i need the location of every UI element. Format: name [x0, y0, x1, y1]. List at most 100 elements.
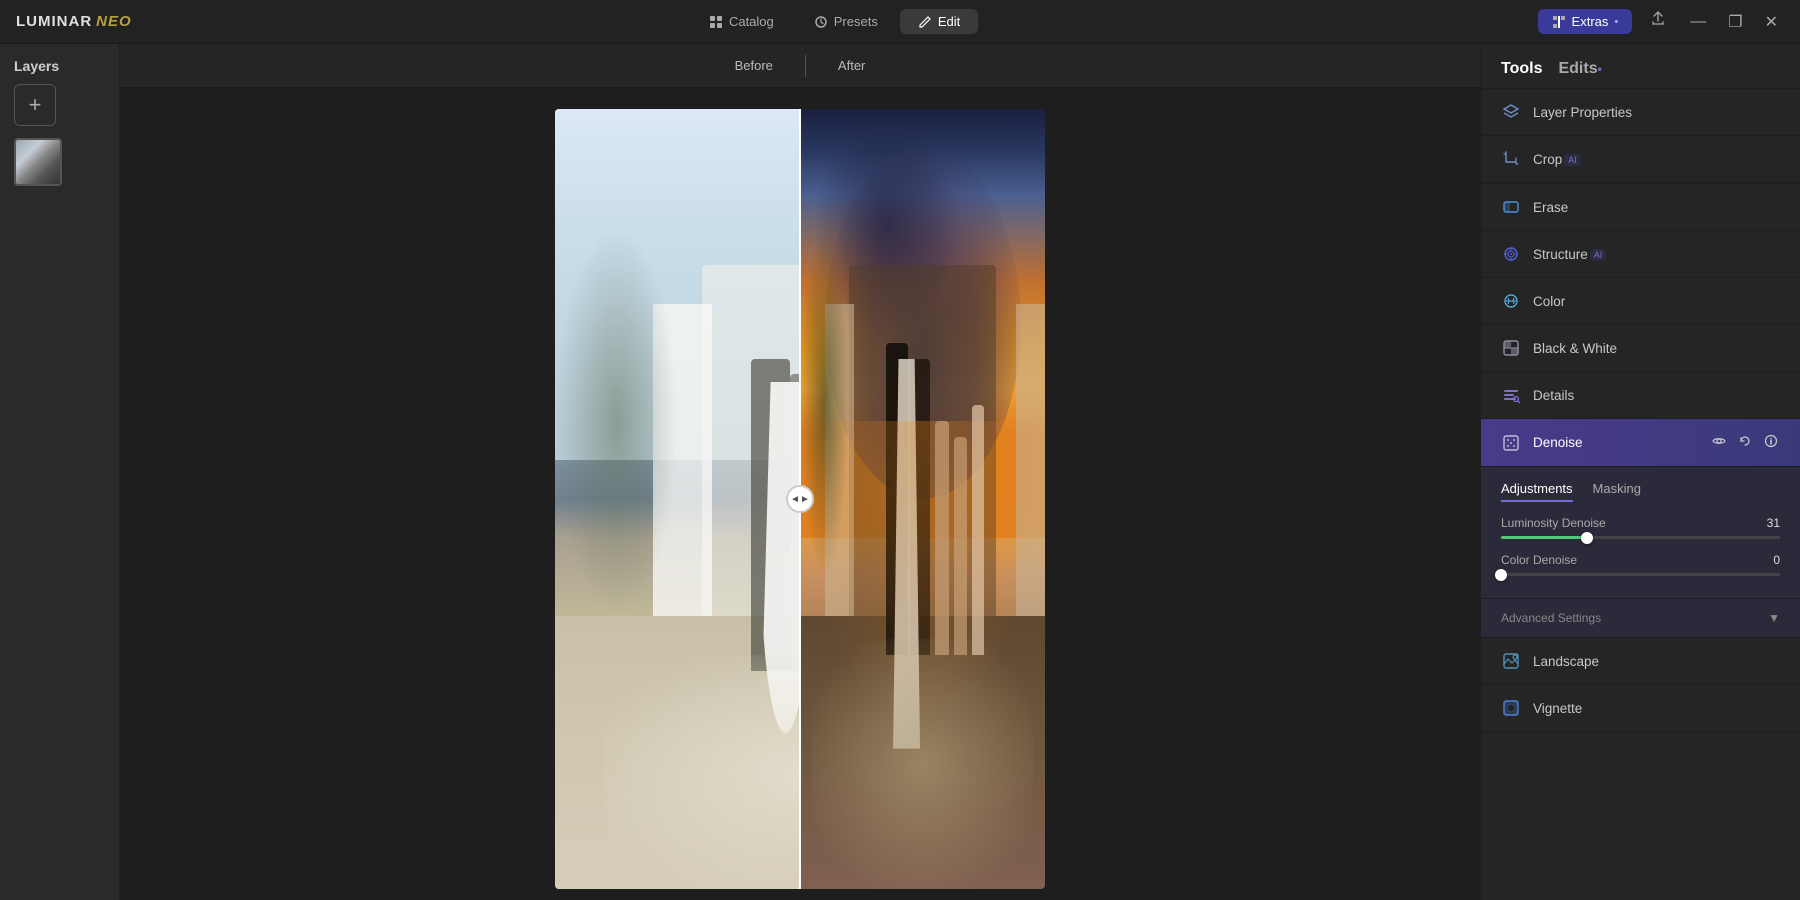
tool-item-black-white[interactable]: Black & White	[1481, 325, 1800, 372]
tab-tools[interactable]: Tools	[1501, 60, 1542, 78]
add-layer-button[interactable]: +	[14, 84, 56, 126]
extras-dot: •	[1614, 16, 1618, 28]
color-denoise-value: 0	[1773, 553, 1780, 567]
color-label: Color	[1533, 294, 1565, 309]
extras-button[interactable]: Extras •	[1538, 9, 1633, 34]
before-scene-bg	[555, 109, 800, 889]
main-layout: Layers + Before After	[0, 44, 1800, 900]
denoise-undo-btn[interactable]	[1736, 432, 1754, 453]
app-logo: LUMINAR NEO	[16, 13, 132, 30]
minimize-button[interactable]: —	[1684, 11, 1712, 33]
close-button[interactable]: ✕	[1759, 10, 1784, 34]
erase-label: Erase	[1533, 200, 1568, 215]
after-scene-bg	[800, 109, 1045, 889]
denoise-visibility-btn[interactable]	[1710, 432, 1728, 453]
after-image	[800, 109, 1045, 889]
tool-item-crop[interactable]: CropAI	[1481, 136, 1800, 183]
presets-icon	[814, 15, 828, 29]
tool-item-erase[interactable]: Erase	[1481, 184, 1800, 231]
titlebar-right: Extras • — ❐ ✕	[1538, 9, 1784, 34]
before-label: Before	[703, 58, 805, 73]
luminosity-value: 31	[1767, 516, 1780, 530]
erase-icon	[1501, 197, 1521, 217]
image-container[interactable]: ◄►	[120, 88, 1480, 900]
denoise-actions	[1710, 432, 1780, 453]
structure-label: StructureAI	[1533, 247, 1606, 262]
tool-item-color[interactable]: Color	[1481, 278, 1800, 325]
after-label: After	[806, 58, 897, 73]
black-white-label: Black & White	[1533, 341, 1617, 356]
layer-properties-label: Layer Properties	[1533, 105, 1632, 120]
restore-button[interactable]: ❐	[1722, 10, 1748, 34]
denoise-icon	[1501, 433, 1521, 453]
tools-header: Tools Edits•	[1481, 44, 1800, 89]
tool-item-layer-properties[interactable]: Layer Properties	[1481, 89, 1800, 136]
adjustments-tab[interactable]: Adjustments	[1501, 481, 1573, 502]
tool-item-landscape[interactable]: Landscape	[1481, 638, 1800, 685]
compare-handle[interactable]: ◄►	[786, 485, 814, 513]
nav-bar: Catalog Presets Edit	[691, 9, 978, 34]
vignette-label: Vignette	[1533, 701, 1582, 716]
crop-label: CropAI	[1533, 152, 1581, 167]
advanced-settings-label: Advanced Settings	[1501, 611, 1601, 625]
tool-item-denoise[interactable]: Denoise	[1481, 419, 1800, 467]
logo-neo: NEO	[96, 13, 132, 30]
before-image	[555, 109, 800, 889]
comparison-wrapper[interactable]: ◄►	[555, 109, 1045, 889]
color-denoise-thumb[interactable]	[1495, 569, 1507, 581]
layers-icon	[1501, 102, 1521, 122]
denoise-label: Denoise	[1533, 435, 1583, 450]
catalog-icon	[709, 15, 723, 29]
layers-panel: Layers +	[0, 44, 120, 900]
canvas-top-bar: Before After	[120, 44, 1480, 88]
window-controls: — ❐ ✕	[1684, 10, 1784, 34]
luminosity-slider-track[interactable]	[1501, 536, 1780, 539]
color-denoise-row: Color Denoise 0	[1501, 553, 1780, 576]
reset-icon	[1738, 434, 1752, 448]
masking-tab[interactable]: Masking	[1593, 481, 1641, 502]
luminosity-thumb[interactable]	[1581, 532, 1593, 544]
crop-icon	[1501, 149, 1521, 169]
tool-item-vignette[interactable]: Vignette	[1481, 685, 1800, 732]
compare-handle-icon: ◄►	[790, 494, 810, 505]
edit-icon	[918, 15, 932, 29]
luminosity-label: Luminosity Denoise	[1501, 516, 1606, 530]
luminosity-fill	[1501, 536, 1587, 539]
bw-icon	[1501, 338, 1521, 358]
logo-luminar: LUMINAR	[16, 13, 92, 30]
share-button[interactable]	[1644, 9, 1672, 34]
layer-thumb-image	[16, 140, 60, 184]
canvas-area: Before After	[120, 44, 1480, 900]
eye-icon	[1712, 434, 1726, 448]
denoise-info-btn[interactable]	[1762, 432, 1780, 453]
info-icon	[1764, 434, 1778, 448]
chevron-down-icon: ▼	[1768, 611, 1780, 625]
color-denoise-slider-track[interactable]	[1501, 573, 1780, 576]
details-icon	[1501, 385, 1521, 405]
titlebar: LUMINAR NEO Catalog Presets Edit	[0, 0, 1800, 44]
tools-panel: Tools Edits• Layer Properties	[1480, 44, 1800, 900]
share-icon	[1650, 11, 1666, 27]
layer-thumbnail[interactable]	[14, 138, 62, 186]
landscape-label: Landscape	[1533, 654, 1599, 669]
landscape-icon	[1501, 651, 1521, 671]
extras-icon	[1552, 15, 1566, 29]
edit-nav-btn[interactable]: Edit	[900, 9, 978, 34]
structure-icon	[1501, 244, 1521, 264]
denoise-content: Adjustments Masking Luminosity Denoise 3…	[1481, 467, 1800, 599]
compare-divider: ◄►	[799, 109, 801, 889]
tab-edits[interactable]: Edits•	[1558, 60, 1601, 78]
tool-item-structure[interactable]: StructureAI	[1481, 231, 1800, 278]
tool-item-details[interactable]: Details	[1481, 372, 1800, 419]
luminosity-denoise-row: Luminosity Denoise 31	[1501, 516, 1780, 539]
color-icon	[1501, 291, 1521, 311]
plus-icon: +	[29, 92, 42, 118]
catalog-nav-btn[interactable]: Catalog	[691, 9, 792, 34]
layers-title: Layers	[0, 44, 119, 84]
vignette-icon	[1501, 698, 1521, 718]
presets-nav-btn[interactable]: Presets	[796, 9, 896, 34]
denoise-tabs: Adjustments Masking	[1501, 481, 1780, 502]
advanced-settings-row[interactable]: Advanced Settings ▼	[1481, 599, 1800, 638]
color-denoise-label: Color Denoise	[1501, 553, 1577, 567]
details-label: Details	[1533, 388, 1574, 403]
